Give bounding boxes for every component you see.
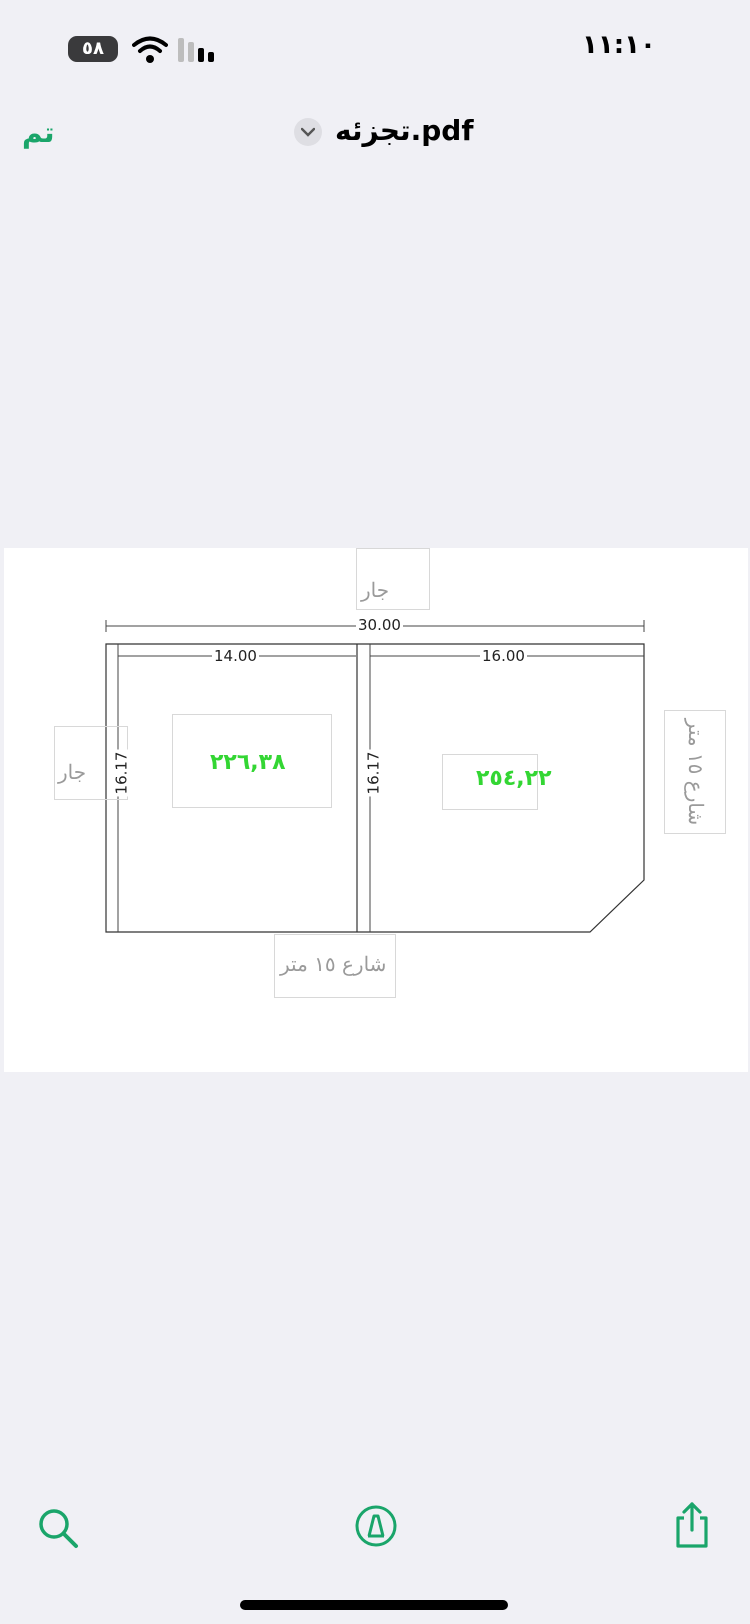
document-title: تجزئه.pdf (335, 114, 474, 147)
search-icon[interactable] (36, 1506, 80, 1550)
nav-bar: تم تجزئه.pdf (0, 96, 750, 166)
status-time: ١١:١٠ (582, 30, 656, 60)
bottom-toolbar (0, 1500, 750, 1560)
right-width-dimension: 16.00 (480, 647, 527, 665)
top-neighbor-label: جار (361, 578, 390, 602)
status-bar: ٥٨ ١١:١٠ (0, 0, 750, 96)
bottom-street-label: شارع ١٥ متر (280, 952, 387, 976)
left-area-value: ٢٢٦,٣٨ (210, 750, 286, 775)
right-street-label: شارع ١٥ متر (684, 718, 708, 826)
pdf-page[interactable]: جار جار شارع ١٥ متر شارع ١٥ متر 30.00 14… (4, 548, 748, 1072)
markup-pen-icon[interactable] (354, 1504, 398, 1548)
right-depth-dimension: 16.17 (364, 749, 383, 797)
wifi-icon (132, 36, 168, 63)
total-width-dimension: 30.00 (356, 616, 403, 634)
battery-indicator: ٥٨ (68, 36, 118, 62)
done-button[interactable]: تم (22, 116, 54, 149)
title-menu-button[interactable] (294, 118, 322, 146)
chevron-down-icon (301, 127, 315, 137)
home-indicator[interactable] (240, 1600, 508, 1610)
right-area-value: ٢٥٤,٢٢ (476, 766, 552, 791)
left-depth-dimension: 16.17 (112, 749, 131, 797)
share-icon[interactable] (672, 1500, 712, 1550)
left-neighbor-label: جار (58, 760, 87, 784)
signal-icon (178, 38, 214, 62)
left-width-dimension: 14.00 (212, 647, 259, 665)
